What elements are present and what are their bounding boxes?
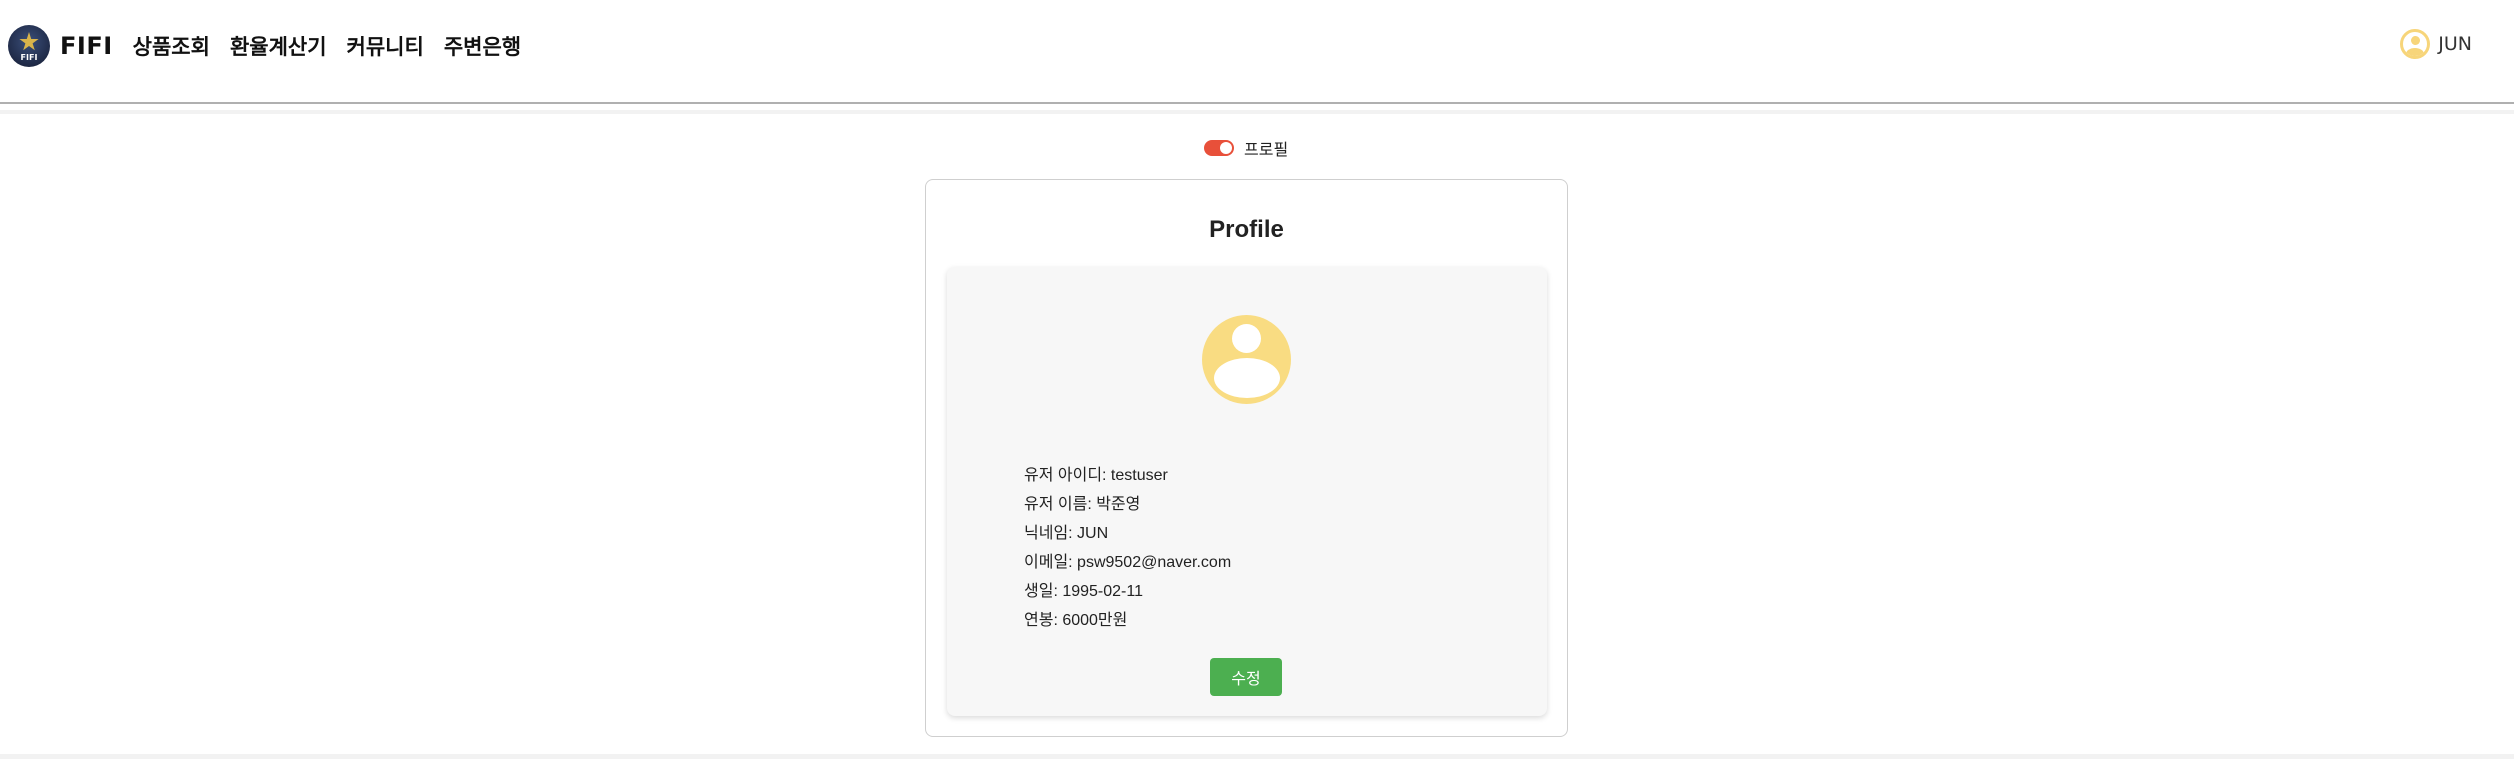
user-menu[interactable]: JUN (2400, 29, 2472, 59)
user-name: JUN (2438, 33, 2472, 55)
user-name-field: 유저 이름: 박준영 (1024, 496, 1141, 513)
profile-title: Profile (1209, 216, 1284, 243)
profile-info-list: 유저 아이디: testuser 유저 이름: 박준영 닉네임: JUN 이메일… (1024, 461, 1231, 635)
user-avatar-icon (1202, 315, 1291, 404)
salary-field: 연봉: 6000만원 (1024, 612, 1128, 629)
nav-item-nearby-banks[interactable]: 주변은행 (444, 31, 521, 61)
nav-menu: 상품조회 환율계산기 커뮤니티 주변은행 (133, 31, 521, 61)
nav-item-exchange-calculator[interactable]: 환율계산기 (230, 31, 327, 61)
edit-button[interactable]: 수정 (1210, 658, 1282, 696)
profile-info-panel: 유저 아이디: testuser 유저 이름: 박준영 닉네임: JUN 이메일… (947, 267, 1547, 716)
nickname-field: 닉네임: JUN (1024, 525, 1109, 542)
user-id-field: 유저 아이디: testuser (1024, 467, 1168, 484)
birthday-field: 생일: 1995-02-11 (1024, 583, 1143, 600)
footer-divider (0, 754, 2514, 759)
profile-toggle-row: 프로필 (1204, 136, 1288, 160)
nav-item-products[interactable]: 상품조회 (133, 31, 210, 61)
fifi-logo: FIFI (8, 25, 50, 67)
email-field: 이메일: psw9502@naver.com (1024, 554, 1232, 571)
star-icon (19, 32, 39, 51)
top-navbar: FIFI FIFI 상품조회 환율계산기 커뮤니티 주변은행 JUN (0, 0, 2514, 104)
logo-link[interactable]: FIFI FIFI 상품조회 환율계산기 커뮤니티 주변은행 (8, 25, 521, 67)
brand-name[interactable]: FIFI (60, 32, 113, 60)
logo-text: FIFI (20, 53, 38, 62)
toggle-knob (1220, 142, 1232, 154)
profile-toggle[interactable] (1204, 140, 1234, 156)
profile-card: Profile 유저 아이디: testuser 유저 이름: 박준영 닉네임:… (925, 179, 1568, 737)
user-circle-icon (2400, 29, 2431, 59)
header-divider (0, 110, 2514, 114)
profile-toggle-label: 프로필 (1244, 140, 1289, 159)
nav-item-community[interactable]: 커뮤니티 (347, 31, 424, 61)
